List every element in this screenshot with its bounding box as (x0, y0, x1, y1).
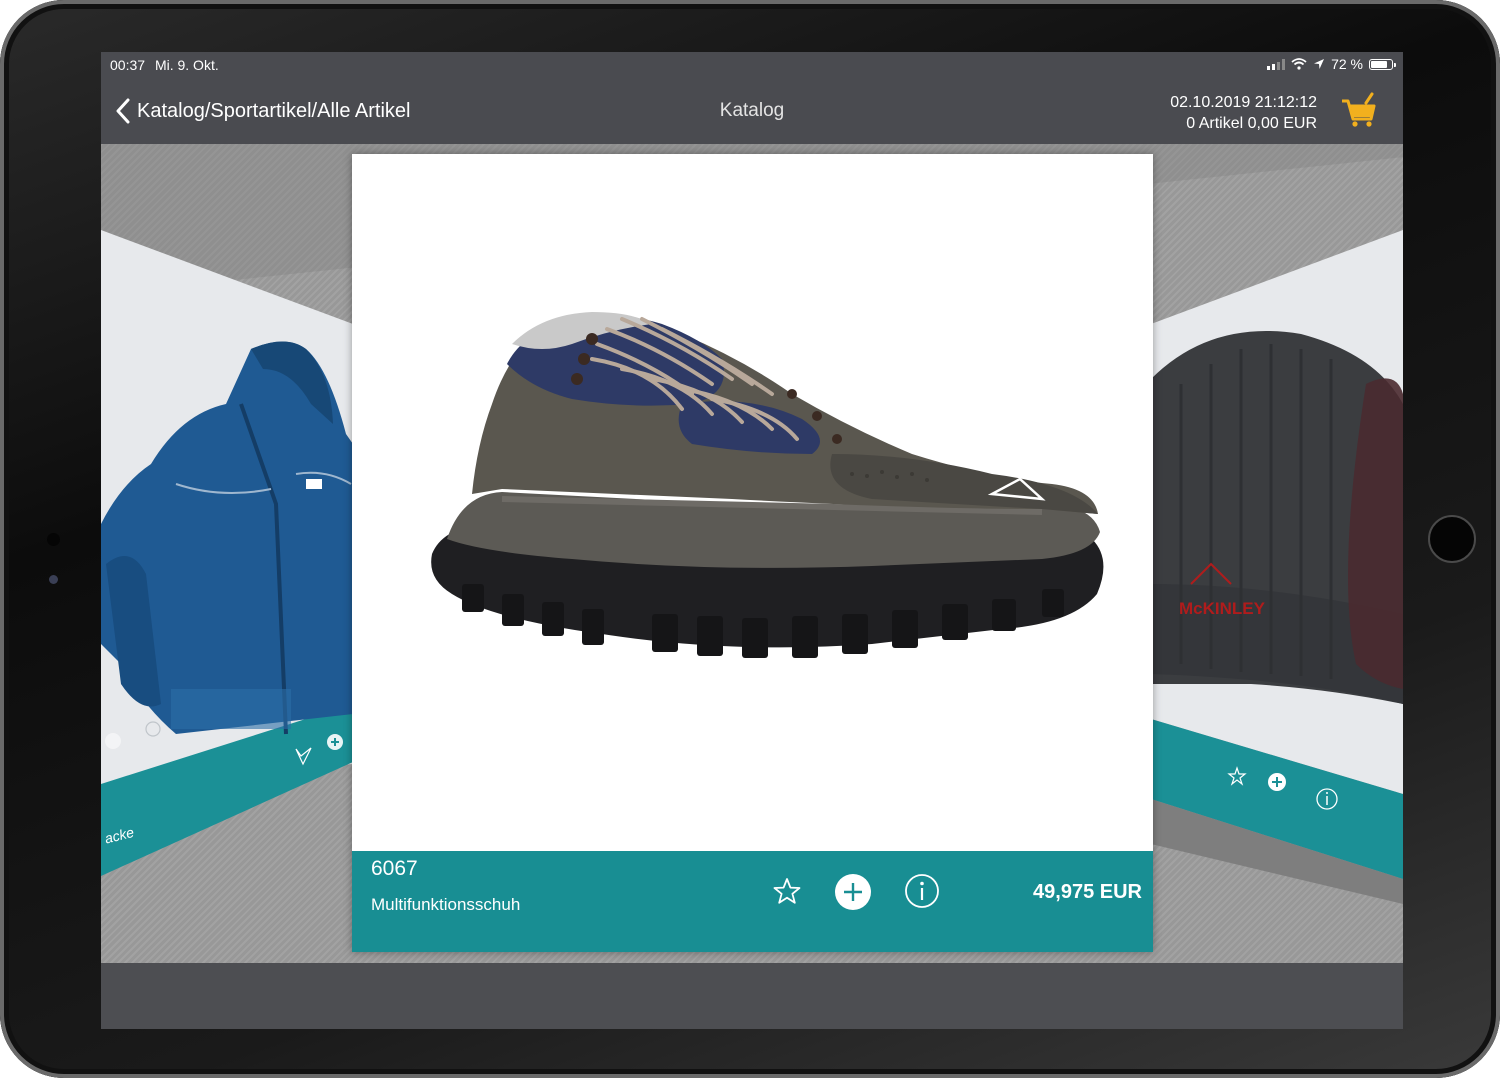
status-date: Mi. 9. Okt. (154, 57, 219, 73)
product-name: Multifunktionsschuh (371, 895, 521, 914)
light-sensor (49, 575, 58, 584)
status-time: 00:37 (110, 57, 146, 73)
add-icon[interactable] (834, 873, 872, 911)
status-bar: 00:37 Mi. 9. Okt. 72 % (101, 52, 1403, 80)
bottom-toolbar (101, 963, 1403, 1029)
location-arrow-icon (1314, 59, 1325, 69)
product-price: 49,975 EUR (1033, 881, 1142, 903)
battery-percent: 72 % (1331, 56, 1363, 72)
screen: 00:37 Mi. 9. Okt. 72 % Katalog/Sportarti… (101, 52, 1403, 1029)
product-card-left[interactable]: acke (101, 144, 353, 944)
product-carousel[interactable]: acke McKINLEY 6067 Multifunktionsschuh 4… (101, 144, 1403, 963)
signal-icon (1267, 58, 1286, 70)
navigation-bar: Katalog/Sportartikel/Alle Artikel Katalo… (101, 80, 1403, 144)
jacket-card-graphic (101, 230, 353, 876)
battery-icon (1369, 58, 1396, 70)
info-icon[interactable] (904, 873, 940, 909)
beanie-logo: McKINLEY (1179, 599, 1266, 618)
cart-icon[interactable] (1339, 92, 1379, 130)
beanie-card-graphic: McKINLEY (1151, 230, 1403, 904)
article-number: 6067 (371, 857, 418, 880)
tablet-frame: 00:37 Mi. 9. Okt. 72 % Katalog/Sportarti… (0, 0, 1500, 1078)
star-icon[interactable] (773, 877, 801, 905)
cart-timestamp: 02.10.2019 21:12:12 (1170, 94, 1317, 111)
cart-totals: 0 Artikel 0,00 EUR (1186, 115, 1317, 132)
home-button[interactable] (1428, 515, 1476, 563)
product-image (431, 312, 1104, 658)
product-info-bar: 6067 Multifunktionsschuh 49,975 EUR (352, 851, 1153, 952)
front-camera (47, 533, 60, 546)
product-card-right[interactable]: McKINLEY (1151, 144, 1403, 944)
wifi-icon (1291, 58, 1307, 70)
cart-summary: 02.10.2019 21:12:12 0 Artikel 0,00 EUR (1170, 92, 1317, 134)
product-card-main[interactable]: 6067 Multifunktionsschuh 49,975 EUR (352, 154, 1153, 952)
